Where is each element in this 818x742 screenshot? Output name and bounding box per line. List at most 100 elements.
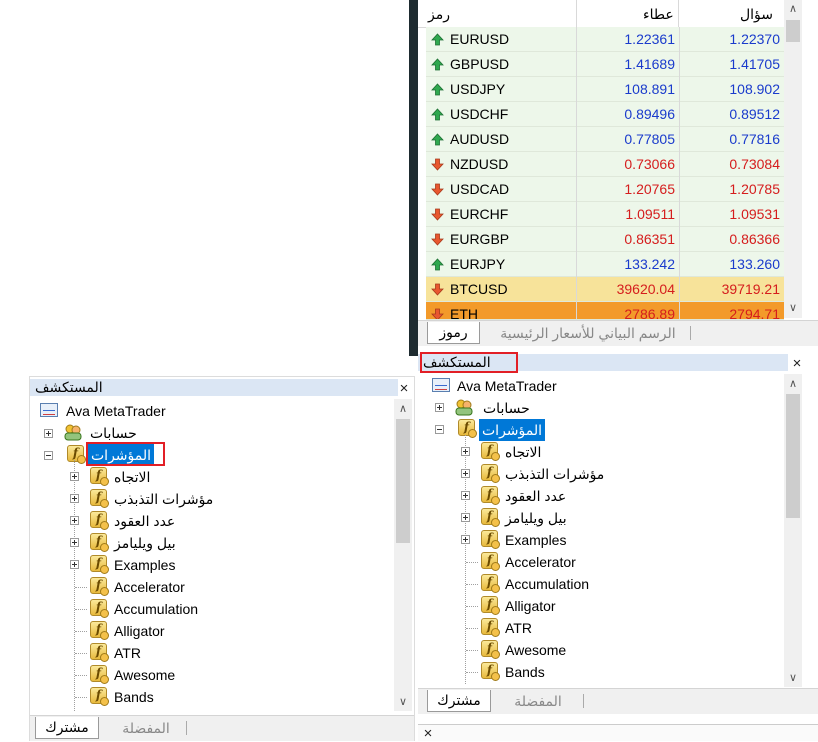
- tree-indicator[interactable]: Accumulation: [114, 598, 198, 620]
- tree-item-indicators[interactable]: المؤشرات: [479, 419, 546, 441]
- market-watch-panel: رمز عطاء سؤال EURUSD 1.22361 1.22370 GBPUSD…: [418, 0, 818, 346]
- tree-folder[interactable]: عدد العقود: [114, 510, 175, 532]
- expand-icon[interactable]: [461, 513, 470, 522]
- scroll-up-arrow[interactable]: ∧: [785, 377, 801, 390]
- navigator-right-panel: المستكشف × Ava MetaTrader حسابات f المؤش…: [418, 352, 818, 741]
- tree-folder[interactable]: مؤشرات التذبذب: [114, 488, 213, 510]
- expand-icon[interactable]: [70, 494, 79, 503]
- symbol-row[interactable]: BTCUSD 39620.04 39719.21: [426, 277, 784, 302]
- symbol-row[interactable]: GBPUSD 1.41689 1.41705: [426, 52, 784, 77]
- scroll-thumb[interactable]: [786, 394, 800, 518]
- navigator-left-tabs: مشترك المفضلة: [30, 715, 414, 741]
- indicator-icon: f: [481, 596, 500, 615]
- scroll-thumb[interactable]: [786, 20, 800, 42]
- expand-icon[interactable]: [70, 516, 79, 525]
- bid-price: 1.22361: [576, 27, 679, 52]
- scroll-up-arrow[interactable]: ∧: [785, 2, 801, 15]
- tree-indicator[interactable]: Bands: [505, 661, 545, 683]
- tree-root[interactable]: Ava MetaTrader: [457, 375, 557, 397]
- tree-indicator[interactable]: Awesome: [505, 639, 566, 661]
- expand-icon[interactable]: [70, 538, 79, 547]
- tree-guide-line: [466, 606, 478, 607]
- ask-price: 0.77816: [679, 127, 784, 152]
- bid-price: 39620.04: [576, 277, 679, 302]
- expand-icon[interactable]: [70, 472, 79, 481]
- expand-icon[interactable]: [461, 535, 470, 544]
- symbol-row[interactable]: EURJPY 133.242 133.260: [426, 252, 784, 277]
- collapse-icon[interactable]: [435, 425, 444, 434]
- tab-symbols[interactable]: رموز: [427, 322, 480, 344]
- vertical-scrollbar[interactable]: ∧ ∨: [394, 399, 412, 711]
- symbol-name: EURUSD: [450, 31, 510, 47]
- tree-folder[interactable]: عدد العقود: [505, 485, 566, 507]
- vertical-scrollbar[interactable]: ∧ ∨: [784, 374, 802, 687]
- symbol-row[interactable]: USDJPY 108.891 108.902: [426, 77, 784, 102]
- tab-favorites[interactable]: المفضلة: [500, 691, 576, 713]
- tab-common[interactable]: مشترك: [427, 690, 491, 712]
- tree-indicator[interactable]: ATR: [505, 617, 532, 639]
- expand-icon[interactable]: [461, 491, 470, 500]
- tab-favorites[interactable]: المفضلة: [108, 718, 184, 740]
- bid-price: 0.77805: [576, 127, 679, 152]
- indicator-folder-icon: f: [481, 464, 500, 483]
- tree-folder[interactable]: بيل ويليامز: [114, 532, 176, 554]
- navigator-right-tabs: مشترك المفضلة: [418, 688, 818, 714]
- tree-folder[interactable]: مؤشرات التذبذب: [505, 463, 604, 485]
- tree-indicator[interactable]: Accelerator: [505, 551, 576, 573]
- accounts-icon: [63, 423, 83, 441]
- indicator-folder-icon: f: [481, 530, 500, 549]
- scroll-down-arrow[interactable]: ∨: [395, 695, 411, 708]
- scroll-down-arrow[interactable]: ∨: [785, 671, 801, 684]
- scroll-down-arrow[interactable]: ∨: [785, 301, 801, 314]
- close-icon[interactable]: ×: [397, 381, 411, 396]
- tree-indicator[interactable]: Accumulation: [505, 573, 589, 595]
- tree-item-accounts[interactable]: حسابات: [483, 397, 530, 419]
- highlight-box: [86, 442, 165, 466]
- symbol-row[interactable]: USDCHF 0.89496 0.89512: [426, 102, 784, 127]
- tree-indicator[interactable]: Bands: [114, 686, 154, 708]
- market-watch-tabs: رموز الرسم البياني للأسعار الرئيسية: [418, 320, 818, 346]
- close-icon[interactable]: ×: [790, 356, 804, 371]
- scroll-up-arrow[interactable]: ∧: [395, 402, 411, 415]
- market-watch-header: رمز عطاء سؤال: [418, 0, 788, 28]
- expand-icon[interactable]: [461, 447, 470, 456]
- symbol-row[interactable]: USDCAD 1.20765 1.20785: [426, 177, 784, 202]
- collapse-icon[interactable]: [44, 451, 53, 460]
- expand-icon[interactable]: [70, 560, 79, 569]
- tree-indicator[interactable]: ATR: [114, 642, 141, 664]
- expand-icon[interactable]: [435, 403, 444, 412]
- scroll-thumb[interactable]: [396, 419, 410, 543]
- symbol-row[interactable]: EURUSD 1.22361 1.22370: [426, 27, 784, 52]
- tree-folder[interactable]: Examples: [505, 529, 566, 551]
- symbol-row[interactable]: EURGBP 0.86351 0.86366: [426, 227, 784, 252]
- vertical-scrollbar[interactable]: ∧ ∨: [784, 0, 802, 318]
- tree-indicator[interactable]: Alligator: [505, 595, 556, 617]
- tree-indicator[interactable]: Accelerator: [114, 576, 185, 598]
- header-divider: [576, 0, 577, 27]
- tab-popular-charts[interactable]: الرسم البياني للأسعار الرئيسية: [488, 323, 688, 345]
- tree-indicator[interactable]: Awesome: [114, 664, 175, 686]
- indicator-folder-icon: f: [481, 486, 500, 505]
- tree-item-accounts[interactable]: حسابات: [90, 422, 137, 444]
- column-header-bid[interactable]: عطاء: [643, 6, 674, 23]
- expand-icon[interactable]: [44, 429, 53, 438]
- column-header-symbol[interactable]: رمز: [428, 6, 450, 23]
- bottom-panel: ×: [418, 724, 818, 741]
- symbol-row[interactable]: EURCHF 1.09511 1.09531: [426, 202, 784, 227]
- symbol-row[interactable]: NZDUSD 0.73066 0.73084: [426, 152, 784, 177]
- tab-common[interactable]: مشترك: [35, 717, 99, 739]
- indicator-icon: f: [90, 687, 109, 706]
- tree-root[interactable]: Ava MetaTrader: [66, 400, 166, 422]
- symbol-row[interactable]: AUDUSD 0.77805 0.77816: [426, 127, 784, 152]
- tree-folder[interactable]: Examples: [114, 554, 175, 576]
- tree-folder[interactable]: الاتجاه: [114, 466, 150, 488]
- expand-icon[interactable]: [461, 469, 470, 478]
- column-header-ask[interactable]: سؤال: [740, 6, 773, 23]
- bid-price: 0.86351: [576, 227, 679, 252]
- tree-folder[interactable]: بيل ويليامز: [505, 507, 567, 529]
- symbol-row[interactable]: ETH 2786.89 2794.71: [426, 302, 784, 320]
- close-icon[interactable]: ×: [421, 726, 435, 741]
- tree-folder[interactable]: الاتجاه: [505, 441, 541, 463]
- tree-indicator[interactable]: Alligator: [114, 620, 165, 642]
- accounts-icon: [454, 398, 474, 416]
